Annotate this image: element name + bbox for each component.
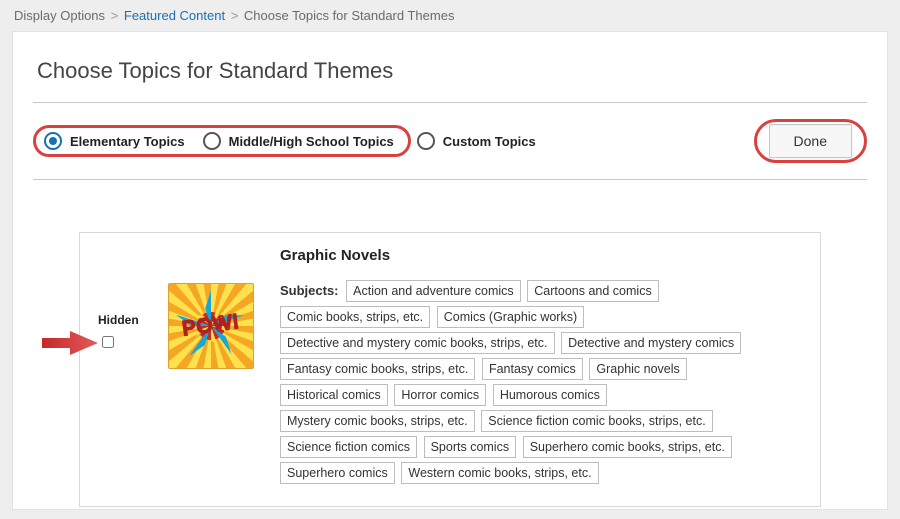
radio-elementary[interactable]: Elementary Topics [44,132,185,150]
radio-middle-high[interactable]: Middle/High School Topics [203,132,394,150]
category-title: Graphic Novels [280,247,802,264]
main-panel: Choose Topics for Standard Themes Elemen… [12,31,888,510]
subjects-label: Subjects: [280,283,339,298]
page-title: Choose Topics for Standard Themes [37,58,863,84]
radio-icon [417,132,435,150]
subject-tag[interactable]: Western comic books, strips, etc. [401,462,598,484]
subject-tag[interactable]: Science fiction comic books, strips, etc… [481,410,712,432]
subject-tag[interactable]: Detective and mystery comics [561,332,741,354]
subject-tag[interactable]: Action and adventure comics [346,280,521,302]
subject-tag[interactable]: Historical comics [280,384,388,406]
subject-tag[interactable]: Sports comics [424,436,517,458]
subject-tag[interactable]: Superhero comics [280,462,395,484]
topic-thumbnail: POW! [168,283,254,369]
thumbnail-column: POW! [168,247,264,369]
breadcrumb-sep: > [231,8,239,23]
breadcrumb-sep: > [111,8,119,23]
hidden-column: Hidden [98,247,168,351]
divider [33,102,867,103]
radio-label: Custom Topics [443,134,536,149]
subjects-line: Subjects: Action and adventure comics Ca… [280,278,802,486]
subject-tag[interactable]: Horror comics [394,384,486,406]
radio-label: Middle/High School Topics [229,134,394,149]
radio-icon [44,132,62,150]
subject-tag[interactable]: Comic books, strips, etc. [280,306,430,328]
done-button[interactable]: Done [769,124,852,158]
breadcrumb-level3: Choose Topics for Standard Themes [244,8,455,23]
subject-tag[interactable]: Superhero comic books, strips, etc. [523,436,732,458]
breadcrumb-level1[interactable]: Display Options [14,8,105,23]
radio-custom[interactable]: Custom Topics [417,132,536,150]
topic-card: Hidden POW! Graphic Novels Subjects: Act… [79,232,821,507]
highlight-done: Done [754,119,867,163]
divider [33,179,867,180]
highlight-topic-tabs: Elementary Topics Middle/High School Top… [33,125,411,157]
hidden-label: Hidden [98,313,168,327]
breadcrumb-level2[interactable]: Featured Content [124,8,225,23]
option-row: Elementary Topics Middle/High School Top… [33,119,867,163]
subject-tag[interactable]: Graphic novels [589,358,686,380]
topic-radio-group: Elementary Topics Middle/High School Top… [44,132,394,150]
subject-tag[interactable]: Humorous comics [493,384,607,406]
arrow-icon [42,329,98,357]
subject-tag[interactable]: Mystery comic books, strips, etc. [280,410,475,432]
breadcrumb: Display Options > Featured Content > Cho… [0,0,900,31]
subject-tag[interactable]: Cartoons and comics [527,280,658,302]
info-column: Graphic Novels Subjects: Action and adve… [264,247,802,486]
radio-label: Elementary Topics [70,134,185,149]
topic-radio-group-custom: Custom Topics [411,124,550,158]
hidden-checkbox[interactable] [102,336,114,348]
subject-tag[interactable]: Comics (Graphic works) [437,306,584,328]
subject-tag[interactable]: Detective and mystery comic books, strip… [280,332,555,354]
subject-tag[interactable]: Fantasy comics [482,358,583,380]
subject-tag[interactable]: Science fiction comics [280,436,417,458]
subject-tag[interactable]: Fantasy comic books, strips, etc. [280,358,475,380]
radio-icon [203,132,221,150]
